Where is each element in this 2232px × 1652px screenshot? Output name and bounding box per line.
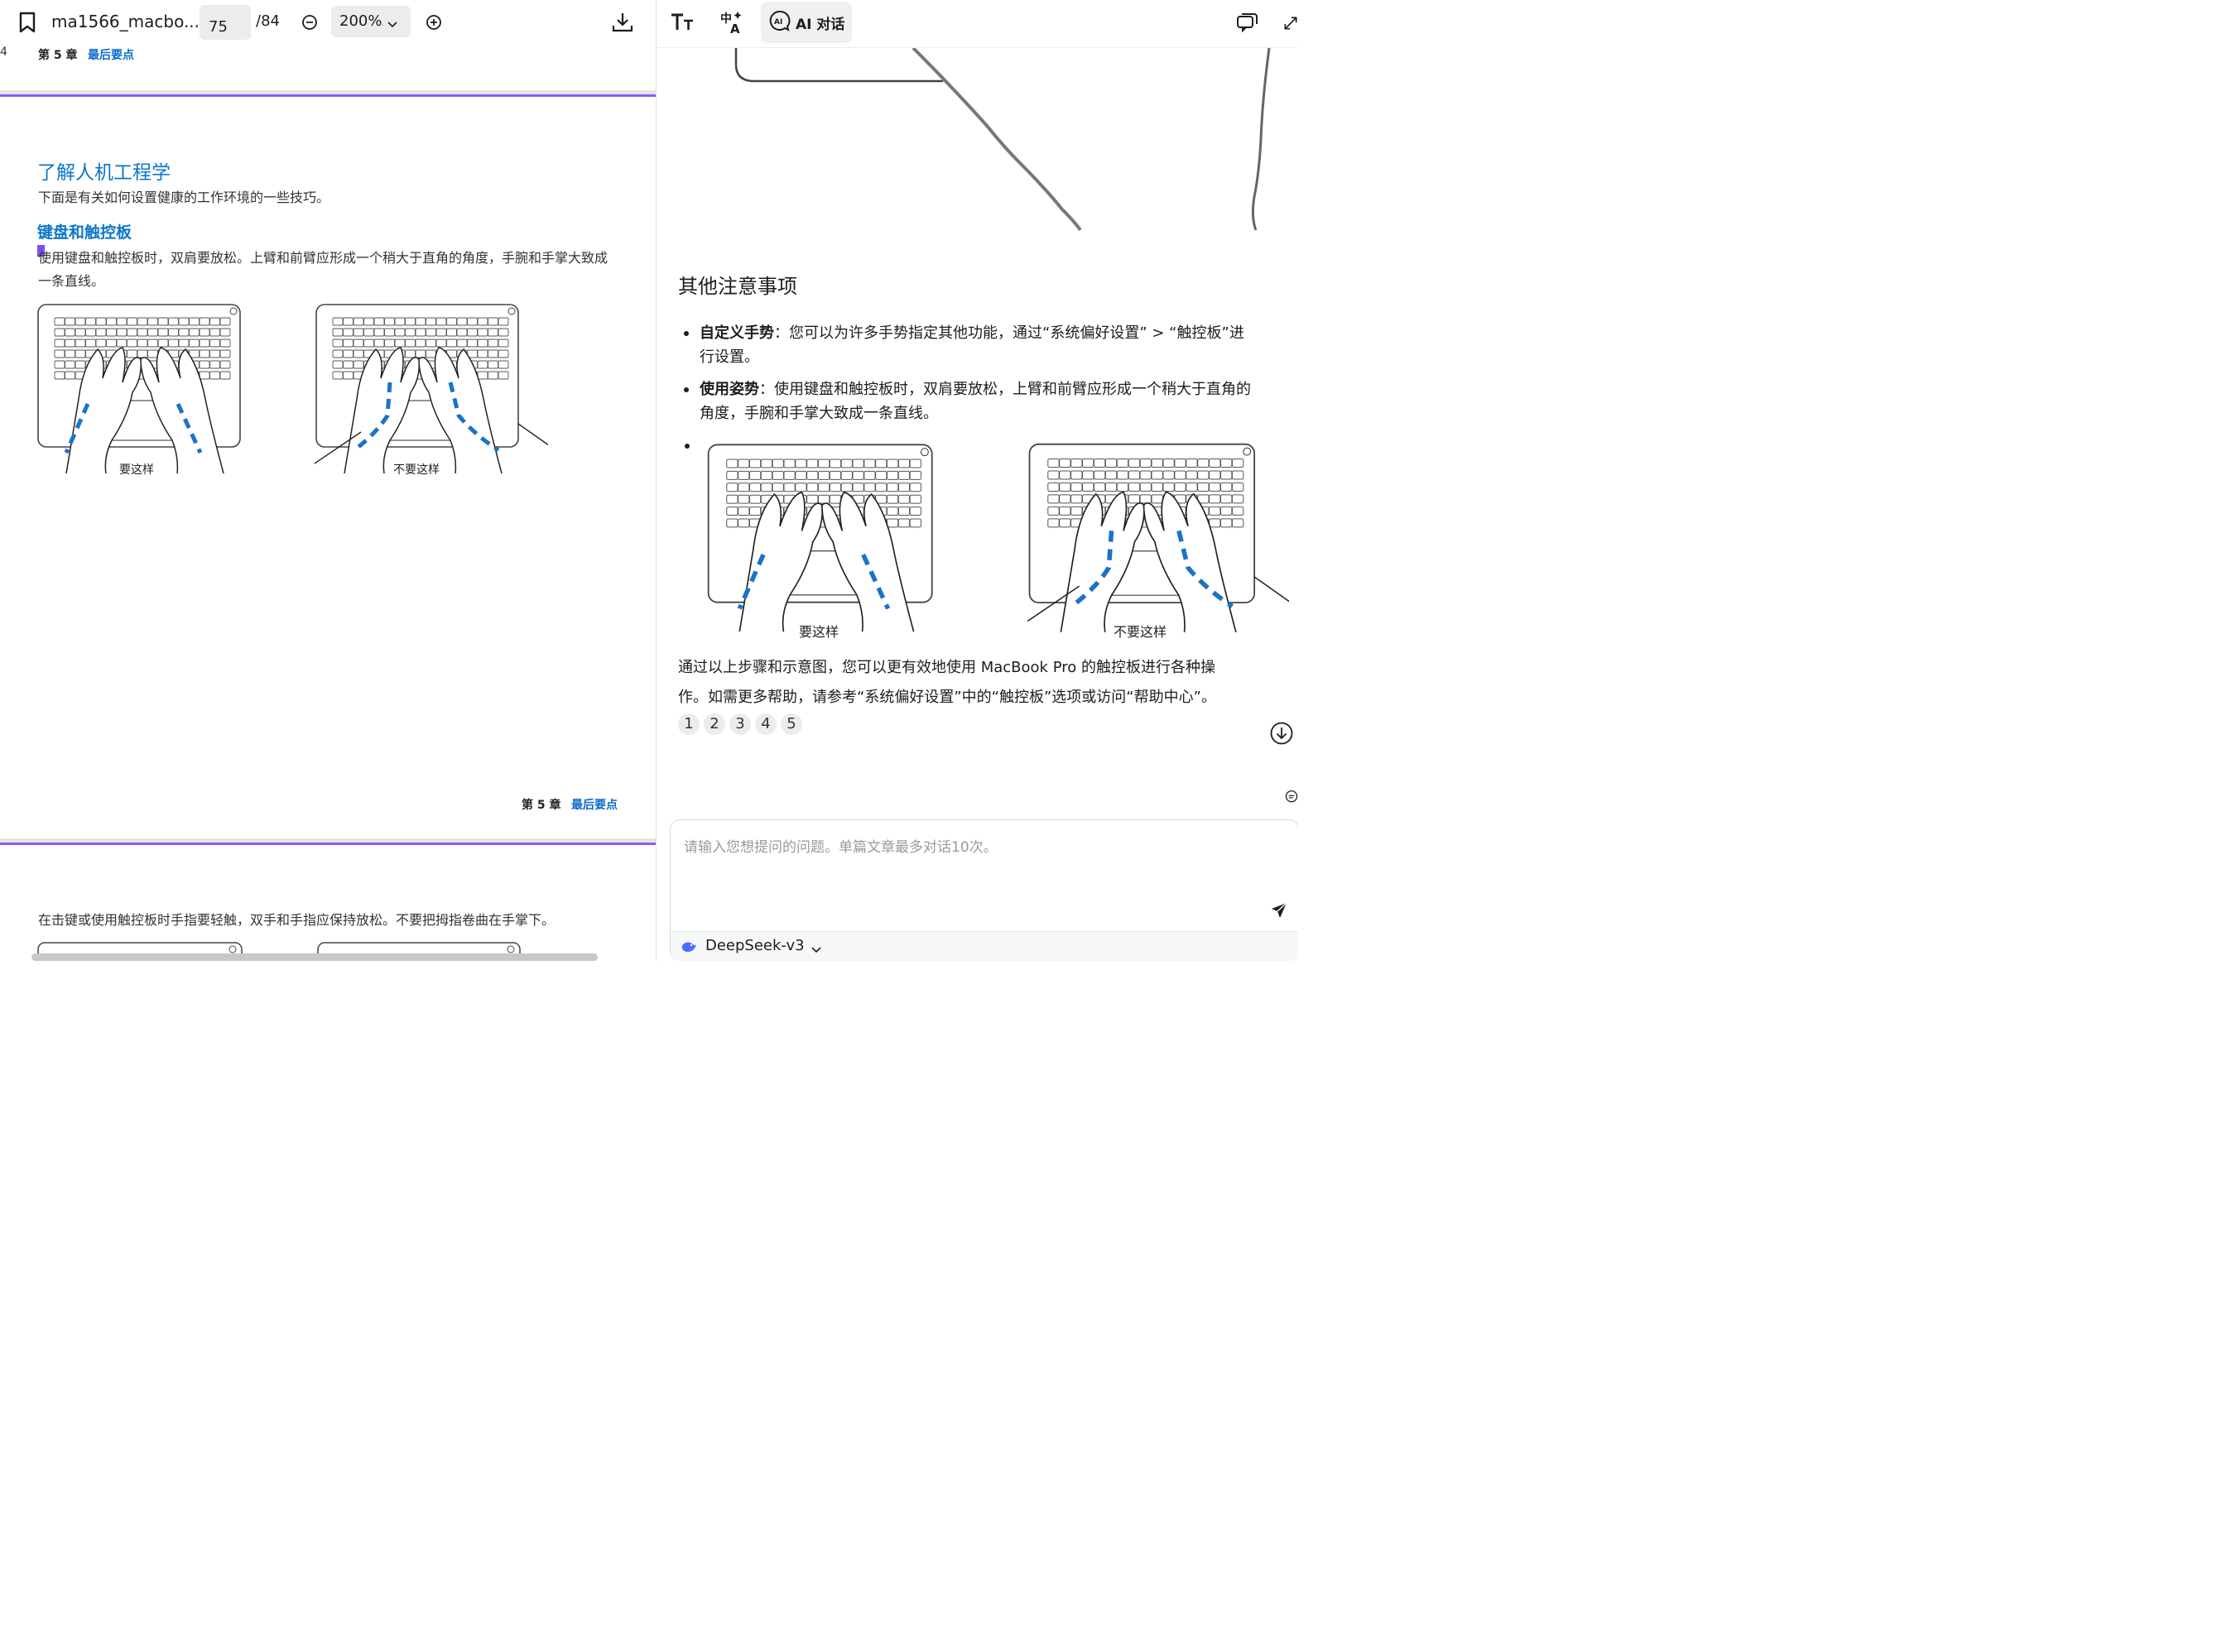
prev-page-chapter: 第 5 章 <box>38 49 78 62</box>
font-size-icon[interactable] <box>668 10 696 35</box>
page-paragraph-line1: 使用键盘和触控板时，双肩要放松。上臂和前臂应形成一个稍大于直角的角度，手腕和手掌… <box>38 250 609 266</box>
page-number-input[interactable] <box>200 5 251 40</box>
bullet-dot <box>684 331 689 336</box>
footer-chapter-link[interactable]: 最后要点 <box>571 796 618 813</box>
bullet-dot <box>684 387 689 392</box>
next-page-text: 在击键或使用触控板时手指要轻触，双手和手指应保持放松。不要把拇指卷曲在手掌下。 <box>38 912 556 928</box>
caption-good: 要这样 <box>119 463 154 477</box>
bullet2-line1: 使用姿势：使用键盘和触控板时，双肩要放松，上臂和前臂应形成一个稍大于直角的 <box>700 377 1251 401</box>
zoom-out-icon[interactable] <box>300 12 320 32</box>
zoom-select[interactable]: 200% <box>331 6 411 37</box>
page-subheading: 键盘和触控板 <box>37 223 132 242</box>
bullet-dot <box>685 444 690 449</box>
citation-chip[interactable]: 2 <box>704 713 725 735</box>
citation-chip[interactable]: 5 <box>781 713 802 735</box>
answer-caption-good: 要这样 <box>799 624 839 640</box>
bullet1-bold: 自定义手势 <box>700 324 774 342</box>
page-intro: 下面是有关如何设置健康的工作环境的一些技巧。 <box>38 190 330 205</box>
comment-icon[interactable] <box>1284 788 1298 806</box>
bullet2-line2: 角度，手腕和手掌大致成一条直线。 <box>700 405 938 422</box>
bullet2-bold: 使用姿势 <box>700 381 759 398</box>
prev-page-number: 4 <box>0 46 7 59</box>
send-icon[interactable] <box>1268 900 1290 921</box>
posture-good-illustration <box>37 304 241 474</box>
footer-chapter: 第 5 章 <box>522 799 561 812</box>
bullet2-text: ：使用键盘和触控板时，双肩要放松，上臂和前臂应形成一个稍大于直角的 <box>759 381 1251 398</box>
chevron-down-icon <box>811 942 821 958</box>
bullet1-line2: 行设置。 <box>700 348 759 366</box>
page-separator <box>0 90 656 97</box>
download-icon[interactable] <box>609 10 636 35</box>
pdf-viewer-pane: ma1566_macbo... /84 200% 4 第 5 章 最后要点 了解… <box>0 0 656 961</box>
deepseek-logo-icon <box>681 939 697 958</box>
answer-summary-line2: 作。如需更多帮助，请参考“系统偏好设置”中的“触控板”选项或访问“帮助中心”。 <box>678 689 1216 706</box>
tab-ai-chat[interactable]: AI AI 对话 <box>761 2 852 43</box>
ai-chat-icon: AI <box>769 10 791 36</box>
answer-section-title: 其他注意事项 <box>678 275 797 298</box>
ai-panel-toolbar: 中 A AI AI 对话 <box>657 0 1298 48</box>
ai-panel: 中 A AI AI 对话 其他注意事项 自定义手势：您可以为许多手势指定其他功能… <box>656 0 1298 961</box>
svg-text:A: A <box>730 22 740 35</box>
document-title: ma1566_macbo... <box>51 12 200 31</box>
translate-icon[interactable]: 中 A <box>718 8 746 36</box>
bookmark-icon[interactable] <box>15 10 40 35</box>
citation-chip[interactable]: 3 <box>729 713 751 735</box>
caption-bad: 不要这样 <box>393 463 440 477</box>
pdf-toolbar: ma1566_macbo... /84 200% <box>0 0 656 45</box>
zoom-value: 200% <box>339 12 382 30</box>
page-separator <box>0 838 656 845</box>
chevron-down-icon <box>387 16 397 33</box>
page-heading: 了解人机工程学 <box>37 162 171 184</box>
citation-chip[interactable]: 1 <box>678 713 700 735</box>
horizontal-scrollbar[interactable] <box>31 953 598 961</box>
zoom-in-icon[interactable] <box>424 12 444 32</box>
citation-chip[interactable]: 4 <box>755 713 777 735</box>
chat-history-icon[interactable] <box>1234 12 1259 35</box>
expand-icon[interactable] <box>1282 12 1298 35</box>
answer-posture-good-illustration <box>707 444 933 632</box>
page-paragraph-line2: 一条直线。 <box>38 273 105 289</box>
bullet1-line1: 自定义手势：您可以为许多手势指定其他功能，通过“系统偏好设置” > “触控板”进 <box>700 321 1244 345</box>
chat-input[interactable] <box>684 835 1263 901</box>
page-total: /84 <box>256 12 280 30</box>
scroll-down-icon[interactable] <box>1269 721 1294 746</box>
ai-tab-label: AI 对话 <box>796 16 845 33</box>
answer-posture-bad-illustration <box>1027 443 1289 632</box>
svg-text:AI: AI <box>774 18 782 26</box>
model-selector[interactable]: DeepSeek-v3 <box>671 931 1298 961</box>
model-name: DeepSeek-v3 <box>705 937 805 954</box>
posture-bad-illustration <box>314 304 548 474</box>
prev-page-chapter-link[interactable]: 最后要点 <box>88 46 134 63</box>
hand-illustration-fragment <box>734 48 1271 232</box>
answer-caption-bad: 不要这样 <box>1114 624 1167 640</box>
chat-composer: DeepSeek-v3 <box>670 819 1298 961</box>
bullet1-text: ：您可以为许多手势指定其他功能，通过“系统偏好设置” > “触控板”进 <box>774 324 1244 342</box>
answer-summary-line1: 通过以上步骤和示意图，您可以更有效地使用 MacBook Pro 的触控板进行各… <box>678 659 1215 676</box>
